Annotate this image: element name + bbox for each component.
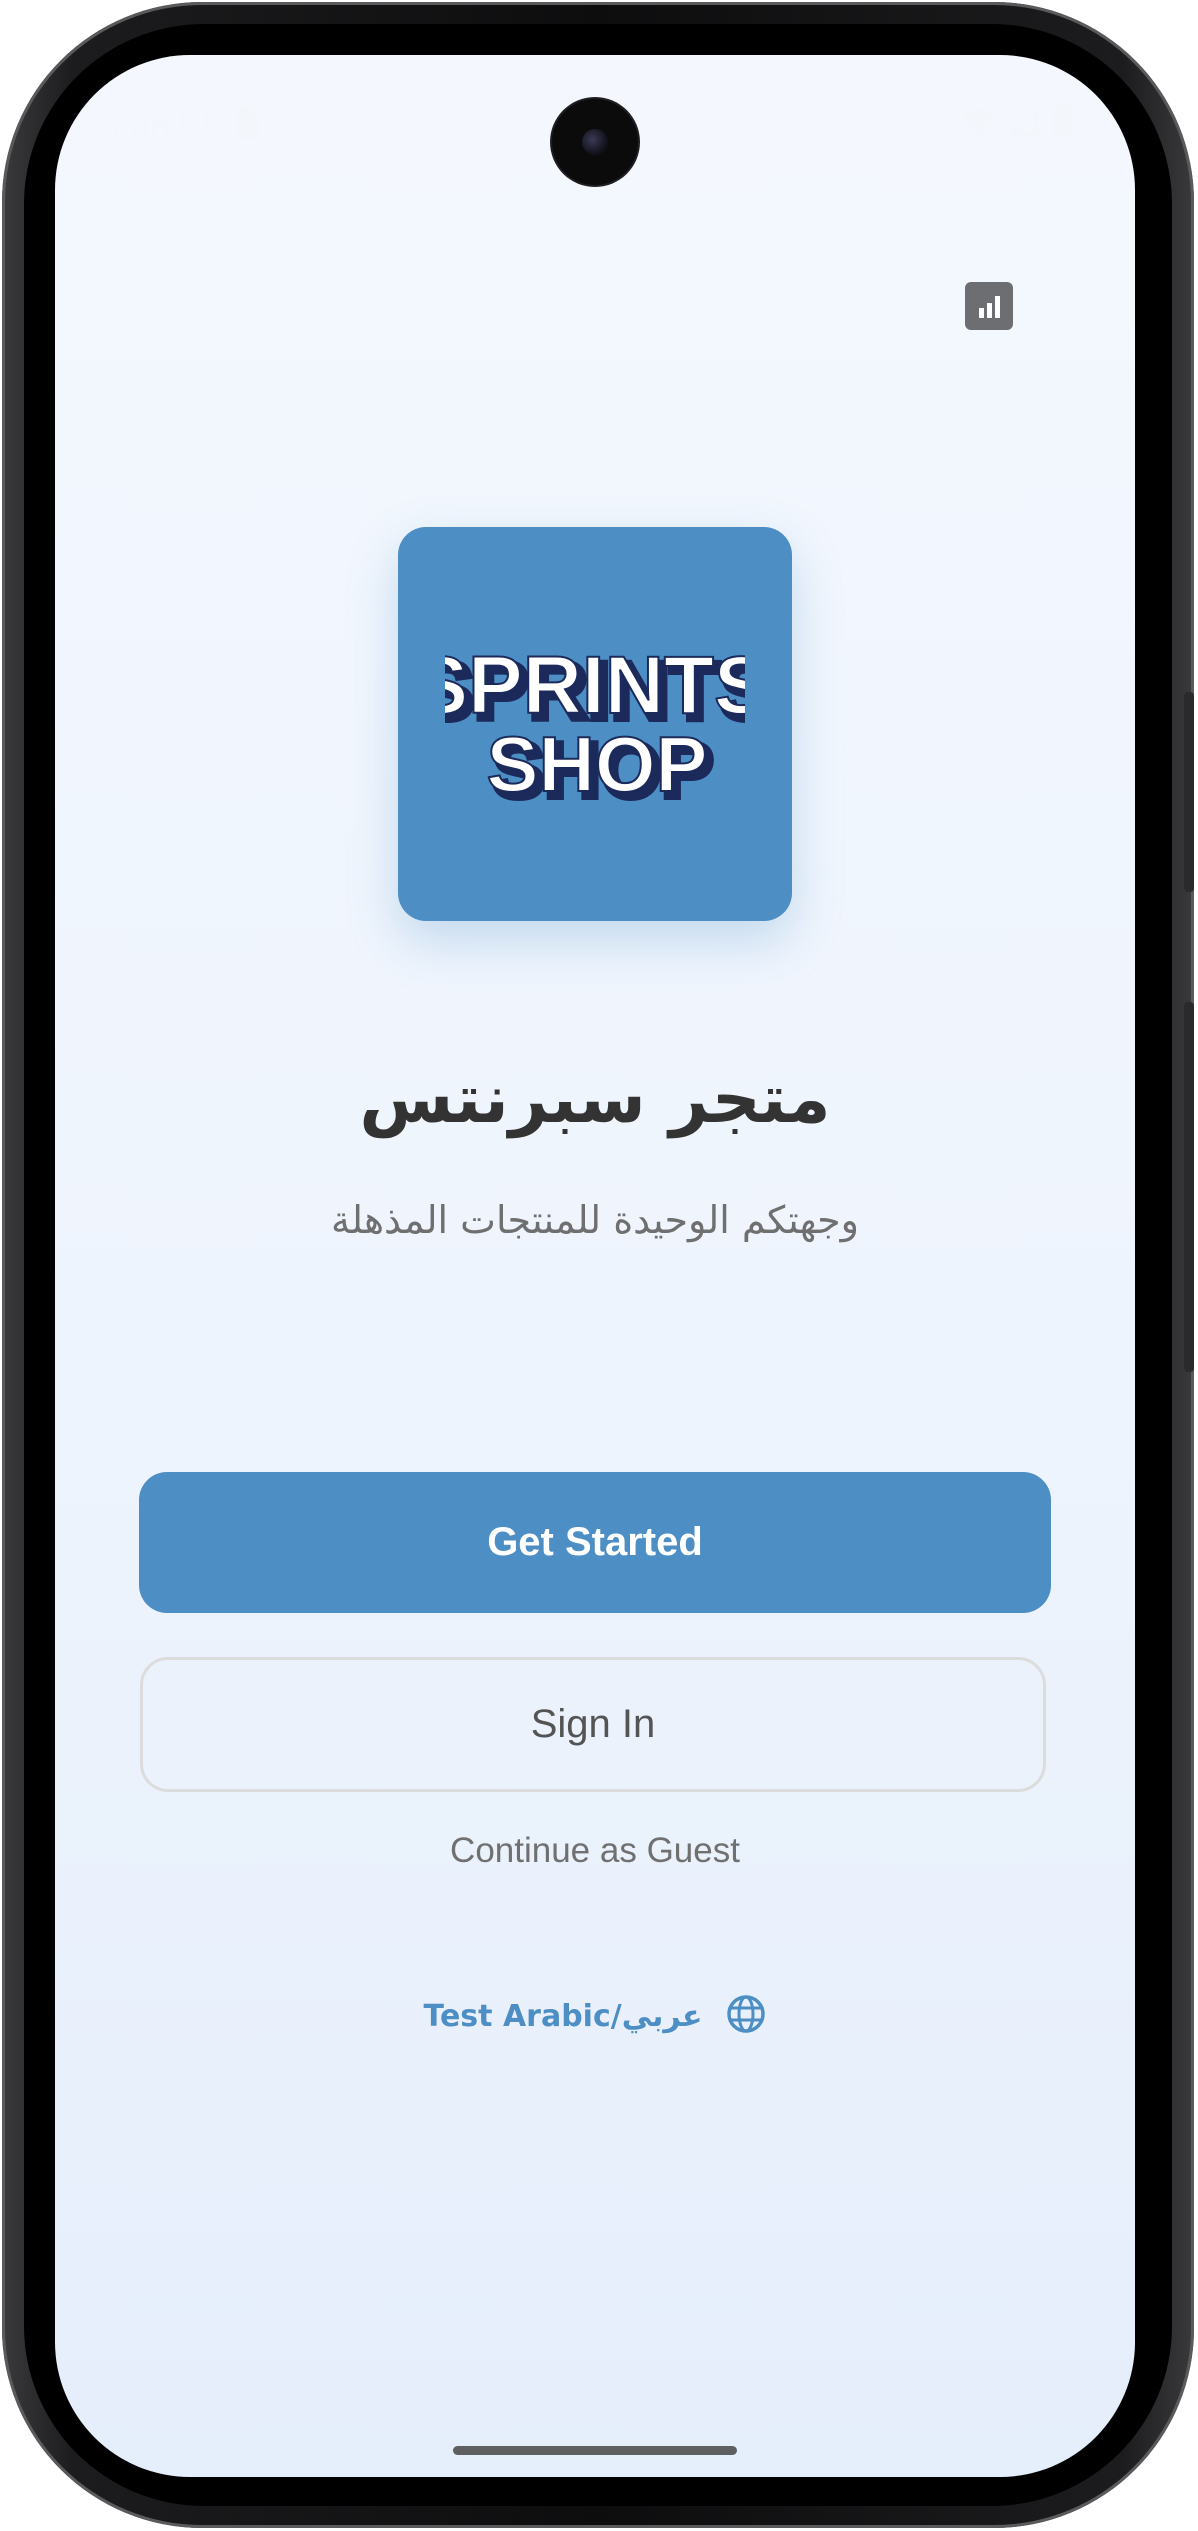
battery-icon — [1053, 105, 1073, 143]
logo-line2: SHOP — [486, 720, 707, 807]
vpn-shield-icon — [180, 105, 210, 145]
wifi-icon — [961, 107, 995, 141]
status-icons-left — [180, 105, 260, 145]
status-time: 5:08 — [100, 108, 171, 146]
language-toggle[interactable]: Test Arabic/عربي — [55, 1993, 1135, 2039]
sign-in-button[interactable]: Sign In — [140, 1657, 1046, 1792]
bar-chart-icon — [979, 296, 1000, 318]
app-logo: SPRINTS SPRINTS SHOP SHOP — [398, 527, 792, 921]
power-button — [1184, 692, 1194, 892]
language-label: Test Arabic/عربي — [423, 1998, 703, 2034]
page-title: متجر سبرنتس — [359, 1060, 831, 1139]
page-subtitle: وجهتكم الوحيدة للمنتجات المذهلة — [331, 1198, 859, 1242]
get-started-button[interactable]: Get Started — [139, 1472, 1051, 1613]
status-icons-right — [961, 105, 1073, 143]
sprints-shop-logo: SPRINTS SPRINTS SHOP SHOP — [445, 639, 745, 807]
signal-icon — [1007, 105, 1039, 141]
globe-icon — [725, 1993, 767, 2039]
volume-button — [1184, 1002, 1194, 1372]
analytics-button[interactable] — [965, 282, 1013, 330]
continue-as-guest-link[interactable]: Continue as Guest — [55, 1831, 1135, 1871]
logo-line1: SPRINTS — [445, 640, 745, 731]
front-camera — [552, 99, 638, 185]
app-screen: 5:08 SPRINTS SPRINTS SHOP — [55, 55, 1135, 2477]
sim-card-icon — [232, 105, 260, 145]
home-indicator[interactable] — [453, 2446, 737, 2455]
